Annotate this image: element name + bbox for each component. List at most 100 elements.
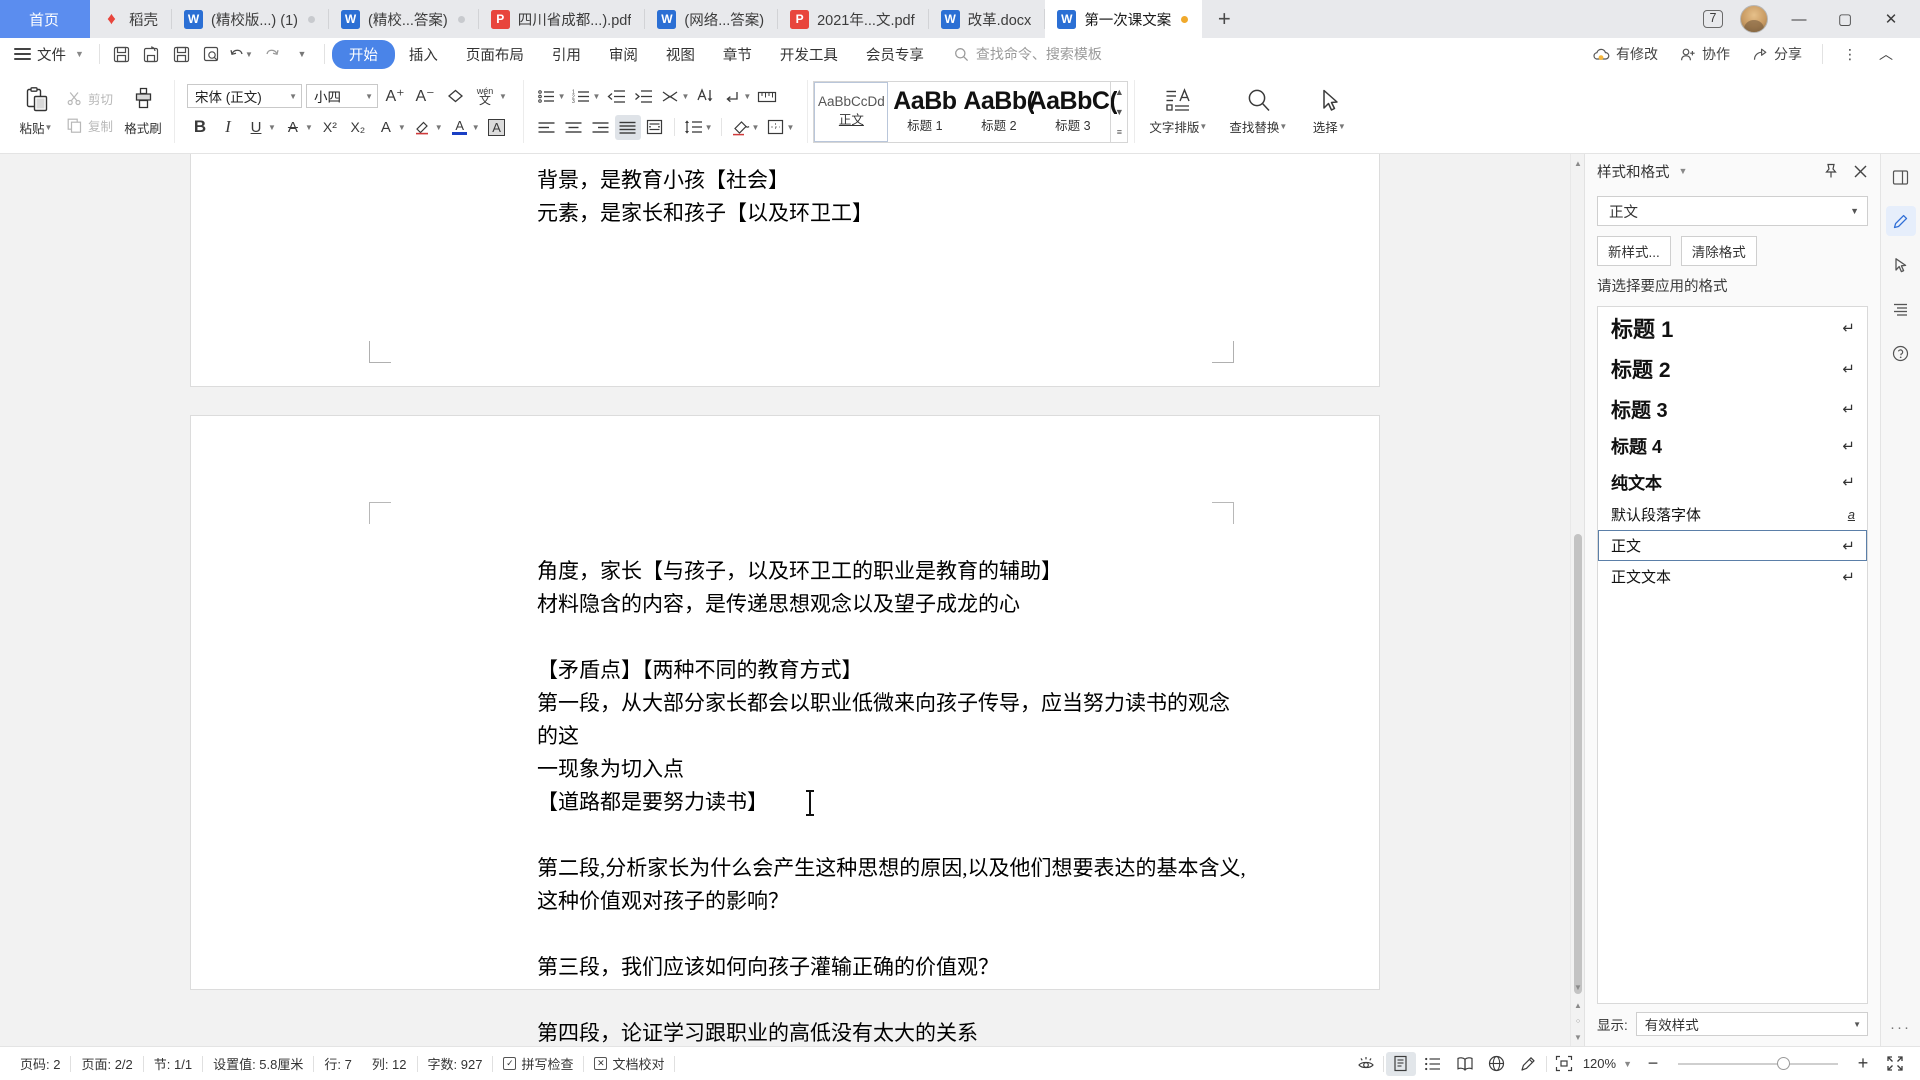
font-size-select[interactable]: 小四 ▼: [306, 84, 379, 108]
save-as-icon[interactable]: [137, 41, 167, 67]
align-justify-button[interactable]: [614, 114, 641, 140]
next-page-icon[interactable]: ▼: [1571, 1030, 1585, 1044]
style-list-item-default-paragraph-font[interactable]: 默认段落字体 a: [1598, 499, 1867, 530]
current-style-select[interactable]: 正文 ▼: [1597, 196, 1868, 226]
tab-document-3[interactable]: P 四川省成都...).pdf: [479, 0, 646, 38]
reading-view-icon[interactable]: [1450, 1052, 1480, 1076]
tab-home[interactable]: 首页: [0, 0, 90, 38]
ribbon-tab-member[interactable]: 会员专享: [852, 41, 938, 68]
style-list-item-heading4[interactable]: 标题 4 ↵: [1598, 428, 1867, 464]
chevron-down-icon[interactable]: ▼: [1679, 166, 1688, 176]
zoom-slider[interactable]: [1678, 1056, 1838, 1072]
tab-document-6[interactable]: W 改革.docx: [929, 0, 1046, 38]
minimize-button[interactable]: —: [1778, 0, 1820, 38]
previous-page-icon[interactable]: ▲: [1571, 998, 1585, 1012]
ribbon-tab-review[interactable]: 审阅: [595, 41, 652, 68]
style-list-item-body-text[interactable]: 正文文本 ↵: [1598, 561, 1867, 592]
show-filter-select[interactable]: 有效样式 ▼: [1635, 1012, 1868, 1036]
align-center-button[interactable]: [561, 115, 587, 140]
format-painter-button[interactable]: 格式刷: [117, 74, 169, 149]
text-layout-button[interactable]: 文字排版 ▼: [1139, 74, 1219, 149]
web-view-icon[interactable]: [1482, 1052, 1512, 1076]
ribbon-tab-chapter[interactable]: 章节: [709, 41, 766, 68]
print-preview-icon[interactable]: [197, 41, 227, 67]
highlight-button[interactable]: [410, 115, 436, 140]
user-avatar[interactable]: [1740, 5, 1768, 33]
scroll-down-icon[interactable]: ▼: [1115, 107, 1124, 117]
new-style-button[interactable]: 新样式...: [1597, 236, 1671, 266]
tab-count-badge[interactable]: 7: [1696, 0, 1730, 38]
outline-view-icon[interactable]: [1418, 1052, 1448, 1076]
browse-object-icon[interactable]: ○: [1571, 1014, 1585, 1028]
zoom-level[interactable]: 120% ▼: [1581, 1056, 1636, 1071]
paste-button[interactable]: 粘贴 ▼: [11, 74, 63, 149]
fit-page-icon[interactable]: [1549, 1052, 1579, 1076]
align-right-button[interactable]: [588, 115, 614, 140]
grow-font-button[interactable]: A⁺: [382, 84, 408, 109]
bold-button[interactable]: B: [187, 115, 213, 140]
tab-document-4[interactable]: W (网络...答案): [645, 0, 778, 38]
ribbon-tab-start[interactable]: 开始: [331, 39, 395, 69]
tab-document-2[interactable]: W (精校...答案): [329, 0, 479, 38]
align-left-button[interactable]: [534, 115, 560, 140]
zoom-slider-knob[interactable]: [1777, 1057, 1791, 1070]
font-family-select[interactable]: 宋体 (正文) ▼: [187, 84, 303, 108]
tab-modified-dot[interactable]: [1181, 15, 1189, 23]
fullscreen-icon[interactable]: [1880, 1052, 1910, 1076]
line-spacing-button[interactable]: [681, 115, 707, 140]
underline-button[interactable]: U: [243, 115, 269, 140]
paragraph-marks-icon[interactable]: [1886, 294, 1916, 324]
expand-gallery-icon[interactable]: ≡: [1117, 127, 1122, 137]
scroll-up-icon[interactable]: ▲: [1571, 156, 1585, 170]
panel-collapse-icon[interactable]: [1886, 162, 1916, 192]
cloud-modified-button[interactable]: 有修改: [1583, 44, 1667, 64]
close-button[interactable]: ✕: [1870, 0, 1912, 38]
style-gallery-item-heading2[interactable]: AaBb( 标题 2: [962, 82, 1036, 142]
print-icon[interactable]: [167, 41, 197, 67]
file-menu-button[interactable]: 文件 ▼: [10, 44, 92, 65]
subscript-button[interactable]: X₂: [345, 115, 371, 140]
numbered-list-button[interactable]: 123: [569, 84, 595, 109]
clear-format-button[interactable]: 清除格式: [1680, 236, 1757, 266]
shrink-font-button[interactable]: A⁻: [412, 84, 438, 109]
ruler-button[interactable]: [754, 84, 780, 109]
style-list-item-heading3[interactable]: 标题 3 ↵: [1598, 389, 1867, 428]
shading-button[interactable]: [728, 115, 754, 140]
close-icon[interactable]: [1853, 164, 1868, 179]
strikethrough-button[interactable]: A: [280, 115, 306, 140]
scrollbar-thumb[interactable]: [1574, 534, 1582, 994]
bullet-list-button[interactable]: [534, 84, 560, 109]
page-view-icon[interactable]: [1385, 1051, 1416, 1076]
scroll-down-icon[interactable]: ▼: [1571, 980, 1585, 994]
decrease-indent-button[interactable]: [603, 84, 629, 109]
maximize-button[interactable]: ▢: [1824, 0, 1866, 38]
eye-protection-icon[interactable]: [1351, 1052, 1381, 1076]
help-icon[interactable]: [1886, 338, 1916, 368]
new-tab-button[interactable]: +: [1202, 0, 1246, 38]
command-search[interactable]: 查找命令、搜索模板: [954, 44, 1102, 64]
style-list-item-heading2[interactable]: 标题 2 ↵: [1598, 349, 1867, 389]
show-formatting-marks-button[interactable]: [719, 84, 745, 109]
pin-icon[interactable]: [1823, 163, 1839, 179]
borders-button[interactable]: [762, 115, 788, 140]
select-button[interactable]: 选择 ▼: [1299, 74, 1361, 149]
ribbon-tab-developer[interactable]: 开发工具: [766, 41, 852, 68]
proofread-button[interactable]: ✕ 文档校对: [584, 1054, 674, 1073]
zoom-in-button[interactable]: +: [1848, 1052, 1878, 1076]
distribute-button[interactable]: [642, 115, 668, 140]
tab-document-5[interactable]: P 2021年...文.pdf: [778, 0, 929, 38]
style-gallery-scroll[interactable]: ▲ ▼ ≡: [1110, 81, 1127, 142]
share-button[interactable]: 分享: [1743, 44, 1811, 64]
document-canvas[interactable]: 背景，是教育小孩【社会】 元素，是家长和孩子【以及环卫工】 角度，家长【与孩子，…: [0, 154, 1570, 1046]
edit-view-icon[interactable]: [1514, 1052, 1544, 1076]
sort-button[interactable]: [657, 84, 683, 109]
rail-more-button[interactable]: ···: [1890, 1019, 1911, 1036]
style-list-item-plaintext[interactable]: 纯文本 ↵: [1598, 464, 1867, 499]
ribbon-tab-references[interactable]: 引用: [538, 41, 595, 68]
style-list-item-body[interactable]: 正文 ↵: [1598, 530, 1867, 561]
pen-edit-icon[interactable]: [1885, 206, 1916, 236]
style-gallery-item-body[interactable]: AaBbCcDd 正文: [814, 81, 889, 142]
style-gallery-item-heading3[interactable]: AaBbC( 标题 3: [1029, 82, 1118, 142]
save-icon[interactable]: [107, 41, 137, 67]
tab-close-dot[interactable]: [308, 15, 315, 23]
